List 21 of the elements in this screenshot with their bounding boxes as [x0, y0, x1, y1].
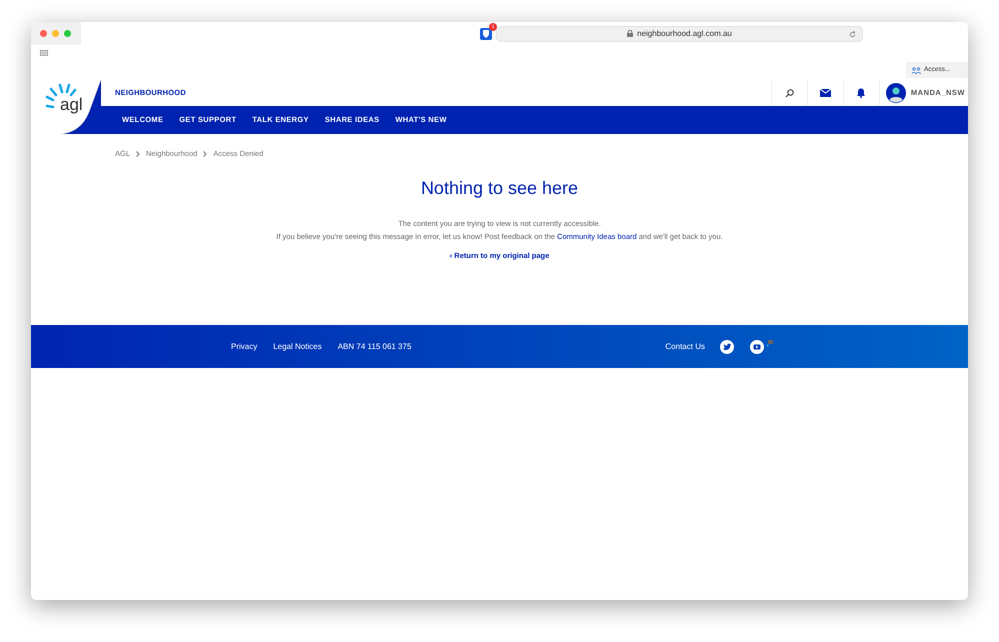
close-icon[interactable] — [40, 30, 47, 37]
page-heading: Nothing to see here — [420, 178, 580, 200]
people-icon — [912, 66, 921, 74]
address-bar[interactable]: neighbourhood.agl.com.au — [496, 26, 863, 42]
grid-icon[interactable] — [40, 50, 48, 56]
footer-link[interactable]: ABN 74 115 061 375 — [338, 340, 412, 352]
reload-icon[interactable] — [849, 30, 856, 38]
lock-icon — [627, 30, 634, 37]
zoom-icon[interactable] — [64, 30, 71, 37]
contact-link[interactable]: Contact Us — [665, 340, 705, 352]
twitter-icon[interactable] — [720, 340, 734, 354]
mail-icon — [820, 89, 831, 97]
chevron-icon — [136, 150, 140, 157]
youtube-icon[interactable] — [750, 340, 764, 354]
bell-icon — [856, 88, 866, 98]
footer-link[interactable]: Privacy — [231, 340, 258, 352]
flag-icon — [766, 340, 773, 346]
avatar[interactable] — [886, 83, 906, 103]
footer-link[interactable]: Legal Notices — [273, 340, 322, 352]
chevron-icon — [203, 150, 208, 157]
search-icon — [784, 88, 794, 98]
